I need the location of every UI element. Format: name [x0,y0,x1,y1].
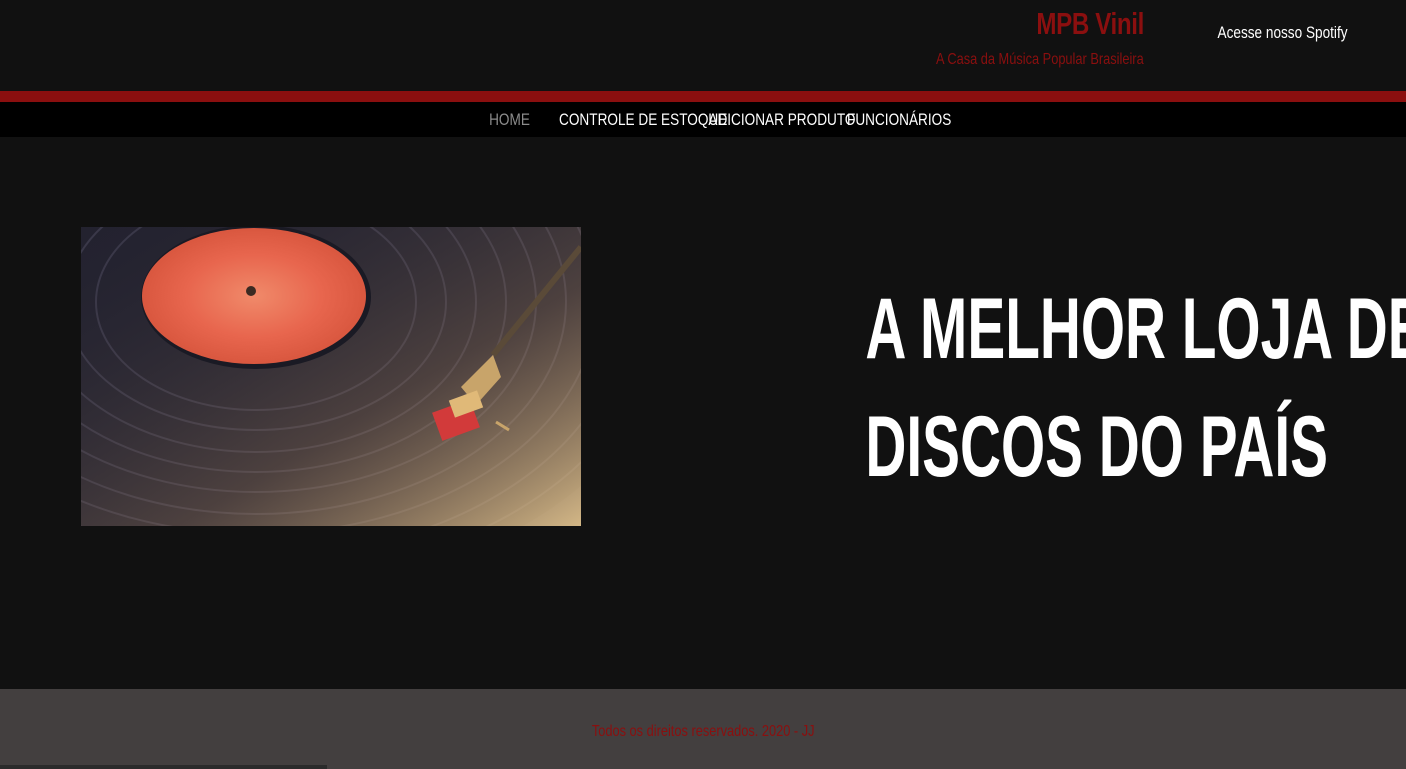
nav-list: HOME CONTROLE DE ESTOQUE ADICIONAR PRODU… [0,102,1406,137]
accent-divider [0,91,1406,102]
site-footer: Todos os direitos reservados. 2020 - JJ [0,689,1406,769]
nav-item-controle-de-estoque[interactable]: CONTROLE DE ESTOQUE [536,110,727,130]
site-header: MPB Vinil A Casa da Música Popular Brasi… [0,0,1406,91]
nav-item-home[interactable]: HOME [482,110,530,130]
footer-copyright-text: Todos os direitos reservados. 2020 - JJ [591,723,815,740]
nav-item-label: CONTROLE DE ESTOQUE [559,109,728,129]
nav-item-adicionar-produto[interactable]: ADICIONAR PRODUTO [688,110,855,130]
hero-headline-line-1: A MELHOR LOJA DE [865,281,1406,377]
horizontal-scrollbar[interactable] [0,765,327,769]
main-nav: HOME CONTROLE DE ESTOQUE ADICIONAR PRODU… [0,102,1406,137]
brand-title[interactable]: MPB Vinil [1036,6,1144,42]
nav-item-label: FUNCIONÁRIOS [847,109,952,129]
vinyl-record-image [81,227,581,526]
hero-headline-line-2: DISCOS DO PAÍS [865,399,1328,495]
spotify-link[interactable]: Acesse nosso Spotify [1218,23,1348,43]
brand-subtitle: A Casa da Música Popular Brasileira [936,51,1144,68]
footer-copyright: Todos os direitos reservados. 2020 - JJ [0,723,1406,741]
vinyl-turntable-illustration [81,227,581,526]
nav-item-label: HOME [489,109,530,129]
hero-headline: A MELHOR LOJA DE DISCOS DO PAÍS [760,270,1406,506]
nav-item-label: ADICIONAR PRODUTO [708,109,856,129]
